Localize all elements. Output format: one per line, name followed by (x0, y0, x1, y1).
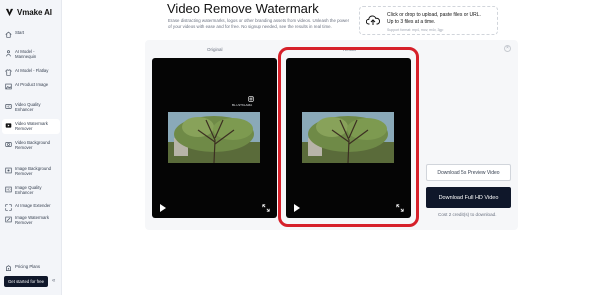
page-description: Erase distracting watermarks, logos or o… (168, 18, 350, 29)
sidebar-item-label: Image Watermark Remover (15, 215, 49, 226)
sidebar-item-image-watermark-remover[interactable]: Image Watermark Remover (2, 213, 60, 228)
upload-dropzone[interactable]: Click or drop to upload, paste files or … (359, 6, 498, 35)
close-icon[interactable]: × (504, 45, 511, 52)
home-icon (5, 31, 12, 38)
download-preview-button[interactable]: Download 5s Preview Video (426, 164, 511, 181)
collapse-sidebar-icon[interactable]: « (52, 278, 55, 284)
sidebar-item-video-quality-enhancer[interactable]: HD Video Quality Enhancer (2, 100, 60, 115)
sidebar-item-ai-image-extender[interactable]: AI Image Extender (2, 201, 60, 213)
sidebar-item-label: Video Quality Enhancer (15, 102, 41, 113)
sidebar-item-label: AI Image Extender (15, 203, 51, 208)
brand-name: Vmake AI (17, 8, 52, 17)
get-started-button[interactable]: Get started for free (4, 276, 48, 287)
upload-formats: Support format: mp4, mov, m4v, 3gp (387, 28, 444, 32)
sidebar-item-pricing-plans[interactable]: Pricing Plans (2, 262, 60, 274)
sidebar-item-video-watermark-remover[interactable]: Video Watermark Remover (2, 119, 60, 134)
video-eraser-icon (5, 123, 12, 128)
sidebar-item-label: AI Product Image (15, 82, 49, 87)
play-icon[interactable] (160, 204, 166, 212)
result-highlight-outline (278, 47, 419, 227)
image-hd-icon: HD (5, 186, 12, 193)
upload-limit: Up to 3 files at a time. (387, 19, 436, 25)
sidebar-item-ai-model-flatlay[interactable]: AI Model - Flatlay (2, 66, 60, 78)
watermark-text: BL.LSTKLAMA (232, 103, 253, 107)
sidebar-item-image-background-remover[interactable]: Image Background Remover (2, 164, 60, 179)
cloud-upload-icon (366, 15, 380, 25)
sidebar-item-ai-product-image[interactable]: AI Product Image (2, 80, 60, 92)
download-full-hd-button[interactable]: Download Full HD Video (426, 187, 511, 208)
fullscreen-icon[interactable] (262, 204, 270, 212)
pricing-icon (6, 265, 11, 271)
brand[interactable]: Vmake AI (5, 8, 52, 17)
video-hd-icon: HD (5, 104, 12, 109)
sidebar-item-label: Start (15, 30, 25, 35)
svg-text:HD: HD (7, 189, 11, 192)
image-eraser-icon (5, 216, 12, 223)
page-title: Video Remove Watermark (167, 1, 319, 16)
svg-text:HD: HD (7, 106, 11, 109)
sidebar-item-label: Video Background Remover (15, 140, 51, 151)
sidebar-item-label: AI Model - Mannequin (15, 49, 37, 60)
mannequin-icon (6, 50, 11, 57)
shirt-icon (5, 69, 12, 76)
original-label: Original (207, 47, 223, 52)
sidebar-item-image-quality-enhancer[interactable]: HD Image Quality Enhancer (2, 183, 60, 198)
sidebar-item-label: Pricing Plans (15, 264, 41, 269)
image-bg-icon (5, 167, 12, 174)
sidebar-item-label: AI Model - Flatlay (15, 68, 49, 73)
video-bg-icon (5, 142, 12, 147)
image-icon (5, 83, 12, 90)
original-video-player[interactable]: BL.LSTKLAMA (152, 58, 277, 218)
upload-instruction: Click or drop to upload, paste files or … (387, 12, 481, 18)
sidebar-item-label: Image Quality Enhancer (15, 185, 42, 196)
vmake-logo-icon (5, 8, 14, 17)
video-frame (168, 112, 260, 163)
sidebar-item-start[interactable]: Start (2, 28, 60, 40)
expand-icon (5, 204, 12, 211)
sidebar: Vmake AI Start AI Model - Mannequin AI M… (0, 0, 62, 295)
instagram-icon (248, 96, 254, 102)
sidebar-item-label: Video Watermark Remover (15, 121, 48, 132)
sidebar-item-ai-model-mannequin[interactable]: AI Model - Mannequin (2, 47, 60, 62)
sidebar-item-label: Image Background Remover (15, 166, 52, 177)
sidebar-item-video-background-remover[interactable]: Video Background Remover (2, 138, 60, 153)
cost-note: Cost 2 credit(s) to download. (438, 212, 497, 217)
